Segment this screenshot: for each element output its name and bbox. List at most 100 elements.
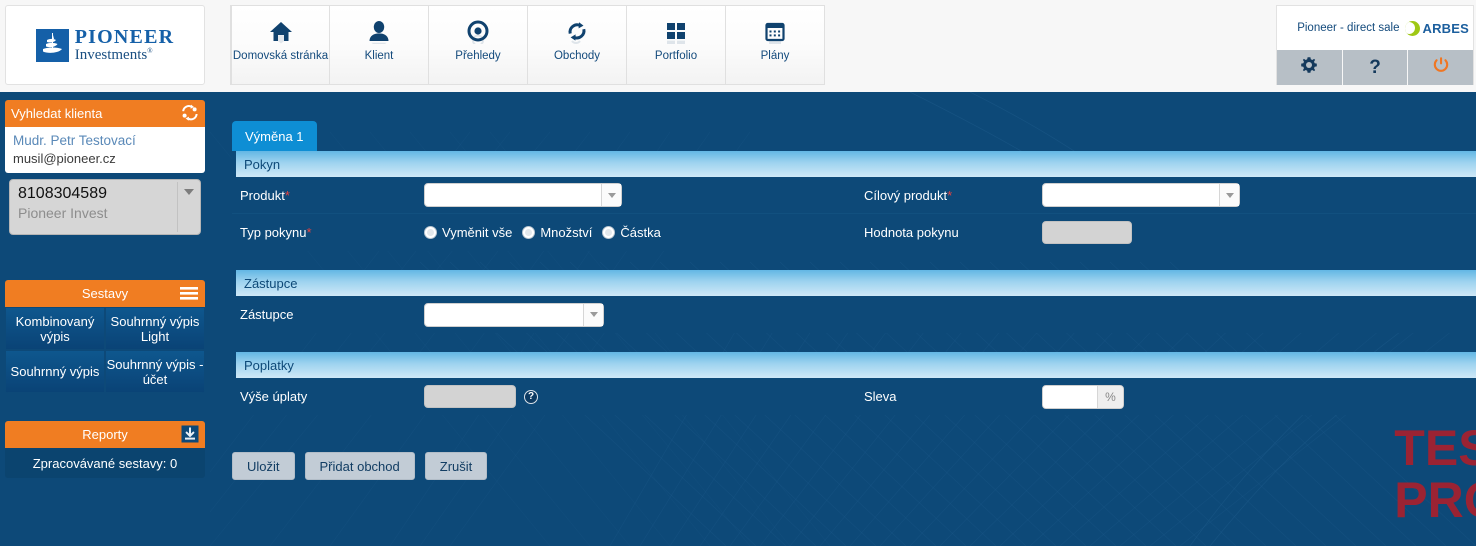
required-marker: *	[284, 187, 290, 203]
download-icon[interactable]	[180, 424, 200, 447]
vyse-uplaty-input	[424, 385, 516, 408]
chevron-down-icon	[184, 189, 194, 195]
hodnota-pokynu-input	[1042, 221, 1132, 244]
client-name[interactable]: Mudr. Petr Testovací	[13, 133, 197, 148]
section-header: Poplatky	[232, 352, 1476, 378]
label-typ-pokynu: Typ pokynu	[240, 225, 307, 240]
section-pokyn: Pokyn Produkt * Cílový produkt * Typ pok…	[232, 151, 1476, 251]
cilovy-produkt-dropdown-value	[1043, 184, 1219, 206]
test-environment-watermark: TEST PROS	[1394, 422, 1476, 526]
reporty-header: Reporty	[5, 421, 205, 448]
form-actions: Uložit Přidat obchod Zrušit	[232, 452, 488, 480]
radio-vymenit-vse[interactable]: Vyměnit vše	[424, 225, 512, 240]
help-button[interactable]: ?	[1341, 50, 1408, 85]
tab-strip: Výměna 1	[232, 117, 317, 151]
nav-label: Obchody	[553, 50, 601, 62]
watermark-line-1: TEST	[1394, 420, 1476, 476]
switch-client-icon[interactable]	[180, 103, 200, 126]
field-cell: %	[1042, 384, 1472, 409]
form-row-typ-pokynu: Typ pokynu * Vyměnit vše Množství Částka…	[232, 214, 1476, 251]
account-actions: ?	[1277, 50, 1474, 85]
sleva-field-group: %	[1042, 384, 1124, 409]
section-header: Zástupce	[232, 270, 1476, 296]
question-icon: ?	[1369, 57, 1381, 78]
produkt-dropdown[interactable]	[424, 183, 622, 207]
field-cell	[1042, 221, 1472, 244]
label-cell: Výše úplaty	[232, 389, 424, 404]
zastupce-dropdown[interactable]	[424, 302, 604, 327]
client-search-panel: Vyhledat klienta Mudr. Petr Testovací mu…	[5, 100, 205, 173]
settings-button[interactable]	[1277, 50, 1342, 85]
radio-label: Množství	[540, 225, 593, 240]
watermark-line-2: PROS	[1394, 472, 1476, 528]
field-cell	[1042, 183, 1472, 207]
nav-item-plany[interactable]: Plány	[726, 5, 825, 85]
nav-item-obchody[interactable]: Obchody	[528, 5, 627, 85]
arbes-dot-icon	[1405, 20, 1421, 36]
required-marker: *	[947, 187, 953, 203]
nav-item-portfolio[interactable]: Portfolio	[627, 5, 726, 85]
label-vyse-uplaty: Výše úplaty	[240, 389, 308, 404]
radio-label: Vyměnit vše	[442, 225, 513, 240]
label-cell: Sleva	[856, 389, 1042, 404]
sestavy-button-kombinovany-vypis[interactable]: Kombinovaný výpis	[5, 307, 105, 350]
logo-secondary-text: Investments®	[74, 47, 153, 63]
nav-item-prehledy[interactable]: Přehledy	[429, 5, 528, 85]
radio-icon	[522, 226, 536, 239]
logo-primary-text: PIONEER	[74, 26, 175, 48]
section-body: Produkt * Cílový produkt * Typ pokynu * …	[232, 177, 1476, 251]
section-body: Zástupce	[232, 296, 1476, 333]
typ-pokynu-radio-group: Vyměnit vše Množství Částka	[424, 225, 661, 240]
account-selector[interactable]: 8108304589 Pioneer Invest	[9, 179, 201, 235]
field-cell	[424, 302, 856, 327]
zastupce-dropdown-value	[425, 304, 583, 326]
tab-vymena-1[interactable]: Výměna 1	[232, 121, 317, 151]
account-panel: Pioneer - direct sale ARBES ?	[1276, 5, 1474, 85]
help-icon[interactable]: ?	[524, 389, 538, 404]
sestavy-button-souhrnny-vypis-light[interactable]: Souhrnný výpis Light	[105, 307, 205, 350]
field-cell	[424, 183, 856, 207]
cancel-button[interactable]: Zrušit	[424, 452, 488, 480]
reporty-status: Zpracovávané sestavy: 0	[5, 448, 205, 478]
eye-icon	[465, 17, 491, 47]
sestavy-button-souhrnny-vypis-ucet[interactable]: Souhrnný výpis - účet	[105, 350, 205, 393]
arbes-logo: ARBES	[1405, 20, 1469, 36]
label-produkt: Produkt	[240, 187, 285, 203]
label-cell: Typ pokynu *	[232, 225, 424, 240]
label-cell: Produkt *	[232, 188, 424, 203]
logout-button[interactable]	[1407, 50, 1474, 85]
form-row-produkt: Produkt * Cílový produkt *	[232, 177, 1476, 214]
person-icon	[366, 17, 392, 47]
nav-item-klient[interactable]: Klient	[330, 5, 429, 85]
top-bar: PIONEER Investments® Domovská stránka Kl…	[0, 0, 1476, 92]
label-cell: Hodnota pokynu	[856, 225, 1042, 240]
label-cilovy-produkt: Cílový produkt	[864, 187, 948, 203]
sestavy-panel: Sestavy Kombinovaný výpis Souhrnný výpis…	[5, 280, 205, 393]
field-cell: Vyměnit vše Množství Částka	[424, 225, 856, 240]
main-content: Výměna 1 Pokyn Produkt * Cílový produkt *	[210, 92, 1476, 546]
radio-castka[interactable]: Částka	[602, 225, 661, 240]
home-icon	[268, 17, 294, 47]
save-button[interactable]: Uložit	[232, 452, 295, 480]
chevron-down-icon	[583, 303, 603, 326]
label-sleva: Sleva	[864, 389, 897, 404]
sestavy-buttons: Kombinovaný výpis Souhrnný výpis Light S…	[5, 307, 205, 393]
nav-item-domovska-stranka[interactable]: Domovská stránka	[231, 5, 330, 85]
add-trade-button[interactable]: Přidat obchod	[304, 452, 415, 480]
section-header: Pokyn	[232, 151, 1476, 177]
sestavy-button-souhrnny-vypis[interactable]: Souhrnný výpis	[5, 350, 105, 393]
nav-label: Portfolio	[654, 50, 698, 62]
label-cell: Zástupce	[232, 307, 424, 322]
client-search-title: Vyhledat klienta	[11, 106, 103, 121]
sestavy-title: Sestavy	[81, 286, 129, 301]
form-row-zastupce: Zástupce	[232, 296, 1476, 333]
cilovy-produkt-dropdown[interactable]	[1042, 183, 1240, 207]
sleva-input[interactable]	[1043, 385, 1097, 408]
section-zastupce: Zástupce Zástupce	[232, 270, 1476, 333]
radio-icon	[602, 226, 616, 239]
calendar-icon	[762, 17, 788, 47]
selector-divider	[177, 182, 178, 232]
chevron-down-icon	[1219, 184, 1239, 206]
hamburger-icon[interactable]	[178, 283, 200, 306]
radio-mnozstvi[interactable]: Množství	[522, 225, 592, 240]
